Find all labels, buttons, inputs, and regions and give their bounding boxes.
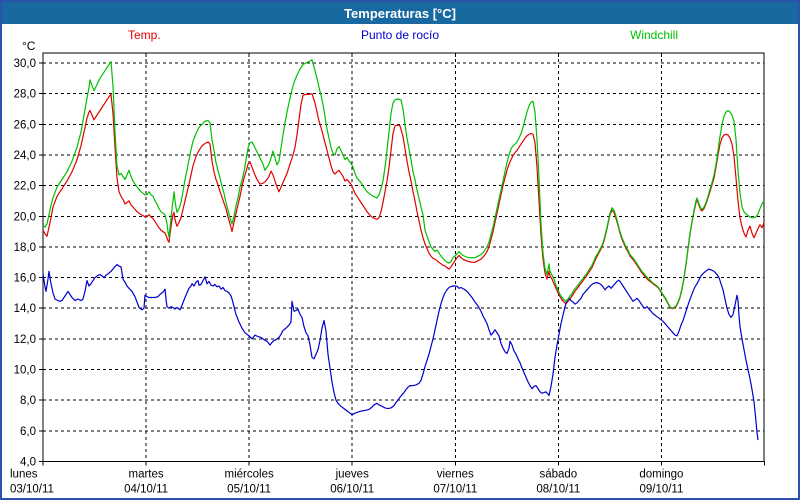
x-day-label: lunes bbox=[10, 469, 38, 481]
y-tick-label: 8,0 bbox=[20, 395, 36, 407]
x-day-label: sábado bbox=[539, 469, 577, 481]
y-tick-label: 18,0 bbox=[14, 242, 36, 254]
x-date-label: 04/10/11 bbox=[124, 484, 168, 496]
x-date-label: 05/10/11 bbox=[227, 484, 271, 496]
x-date-label: 08/10/11 bbox=[536, 484, 580, 496]
y-tick-label: 28,0 bbox=[14, 89, 36, 101]
y-tick-label: 14,0 bbox=[14, 303, 36, 315]
y-tick-label: 24,0 bbox=[14, 150, 36, 162]
series-temp bbox=[43, 94, 764, 309]
x-date-label: 07/10/11 bbox=[433, 484, 477, 496]
y-tick-label: 10,0 bbox=[14, 365, 36, 377]
x-date-label: 09/10/11 bbox=[639, 484, 683, 496]
x-day-label: miércoles bbox=[225, 469, 274, 481]
y-tick-label: 22,0 bbox=[14, 181, 36, 193]
x-day-label: jueves bbox=[335, 469, 369, 481]
chart-plot: 4,0 6,0 8,0 10,0 12,0 14,0 16,0 18,0 20,0 22,0 24,… bbox=[2, 2, 800, 500]
y-tick-label: 4,0 bbox=[20, 457, 36, 469]
x-day-label: martes bbox=[128, 469, 163, 481]
x-day-label: domingo bbox=[639, 469, 683, 481]
y-tick-label: 12,0 bbox=[14, 334, 36, 346]
app-window: Temperaturas [°C] Temp. Punto de rocío W… bbox=[0, 0, 800, 500]
series-dew_point bbox=[43, 265, 758, 441]
series-windchill bbox=[43, 60, 764, 308]
y-tick-label: 26,0 bbox=[14, 119, 36, 131]
x-day-label: viernes bbox=[437, 469, 474, 481]
y-tick-label: 20,0 bbox=[14, 211, 36, 223]
y-tick-label: 30,0 bbox=[14, 58, 36, 70]
y-tick-label: 6,0 bbox=[20, 426, 36, 438]
x-date-label: 06/10/11 bbox=[330, 484, 374, 496]
x-date-label: 03/10/11 bbox=[10, 484, 54, 496]
y-tick-label: 16,0 bbox=[14, 273, 36, 285]
